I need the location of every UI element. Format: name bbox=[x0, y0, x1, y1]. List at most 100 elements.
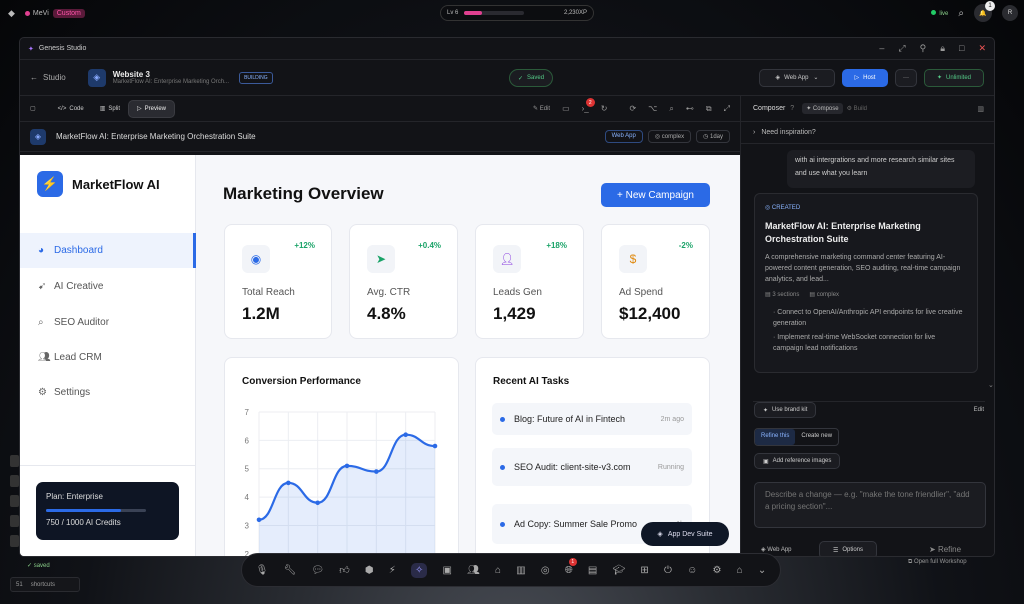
mic-icon[interactable]: 🎙︎ bbox=[256, 565, 269, 576]
sidebar-item-ai-creative[interactable]: ➹ AI Creative bbox=[20, 269, 196, 304]
more-button[interactable]: ··· bbox=[895, 68, 917, 87]
sidebar-toggle-icon[interactable]: ▢ bbox=[30, 105, 36, 112]
edit-link[interactable]: Edit bbox=[974, 407, 984, 413]
mode-badge[interactable]: Custom bbox=[52, 9, 85, 18]
host-button[interactable]: ▷ Host bbox=[842, 68, 888, 87]
tab-code[interactable]: </> Code bbox=[50, 100, 92, 118]
search-icon[interactable]: ⌕ bbox=[958, 8, 964, 19]
tab-preview[interactable]: ▷ Preview bbox=[128, 99, 176, 118]
compass-icon[interactable]: ◎ bbox=[541, 565, 550, 576]
tab-split[interactable]: ▥ Split bbox=[92, 100, 128, 118]
refine-button[interactable]: ➤ Refine bbox=[929, 545, 961, 554]
search-icon[interactable]: ⌕ bbox=[669, 104, 673, 114]
open-full-workshop-link[interactable]: ⧉ Open full Workshop bbox=[908, 559, 967, 566]
edge-dock-item[interactable] bbox=[10, 535, 19, 547]
plan-card: Plan: Enterprise 750 / 1000 AI Credits bbox=[36, 482, 179, 540]
mini-dock: 51 shortcuts bbox=[10, 577, 80, 592]
bolt-icon: ⚡ bbox=[37, 171, 63, 197]
bolt-icon[interactable]: ⚡︎ bbox=[389, 565, 396, 576]
task-item[interactable]: Blog: Future of AI in Fintech 2m ago bbox=[492, 403, 692, 435]
mask-icon[interactable]: ☺ bbox=[687, 565, 697, 576]
stat-card-ad-spend[interactable]: $ -2% Ad Spend $12,400 bbox=[601, 224, 710, 339]
external-link-icon[interactable]: ⧉ bbox=[706, 104, 712, 114]
code-icon[interactable]: ⌥ bbox=[648, 104, 657, 113]
magic-wand-icon[interactable]: ✧ bbox=[410, 562, 428, 578]
users-icon[interactable]: 👥︎ bbox=[467, 565, 480, 576]
edge-dock-item[interactable] bbox=[10, 475, 19, 487]
expand-icon[interactable]: ⤢ bbox=[898, 43, 905, 54]
help-icon[interactable]: ? bbox=[790, 105, 794, 112]
use-brand-kit-button[interactable]: ✦ Use brand kit bbox=[754, 402, 817, 418]
chat-icon[interactable]: 💬︎ bbox=[311, 565, 324, 576]
settings-icon[interactable]: ⚙ bbox=[712, 565, 721, 576]
error-badge: 2 bbox=[585, 98, 595, 107]
bell-icon[interactable]: 🔔 1 bbox=[974, 1, 995, 22]
panel-toggle-icon[interactable]: ▥ bbox=[977, 105, 984, 113]
notification-count: 1 bbox=[985, 1, 995, 11]
sync-icon[interactable]: ⟳ bbox=[629, 104, 636, 113]
app-type-select[interactable]: ◈ Web App ⌄ bbox=[759, 68, 835, 87]
globe-icon[interactable]: 🌐︎ 1 bbox=[565, 557, 577, 576]
store-icon[interactable]: ⌂ bbox=[495, 565, 501, 576]
comment-icon[interactable]: ▭ bbox=[562, 104, 570, 113]
tab-build[interactable]: ⚙ Build bbox=[847, 105, 867, 112]
tab-refine-this[interactable]: Refine this bbox=[755, 429, 796, 445]
package-icon[interactable]: ⬢ bbox=[365, 565, 374, 576]
tab-create-new[interactable]: Create new bbox=[795, 429, 838, 445]
bar-chart-icon[interactable]: ▥ bbox=[516, 565, 525, 576]
credits-bar bbox=[46, 509, 146, 512]
app-dev-suite-button[interactable]: ◈ App Dev Suite bbox=[641, 522, 729, 546]
sidebar-item-settings[interactable]: ⚙ Settings bbox=[20, 375, 196, 410]
saved-status: ✓ saved bbox=[27, 563, 50, 569]
edge-dock-item[interactable] bbox=[10, 515, 19, 527]
new-campaign-button[interactable]: + New Campaign bbox=[601, 183, 710, 207]
refresh-icon[interactable]: ↻ bbox=[601, 104, 608, 113]
stat-card-leads-gen[interactable]: 👤︎ +18% Leads Gen 1,429 bbox=[475, 224, 584, 339]
chevron-down-icon[interactable]: ⌄ bbox=[758, 565, 766, 576]
back-button[interactable]: ← Studio bbox=[30, 73, 66, 82]
close-icon[interactable]: ✕ bbox=[978, 43, 986, 54]
task-item[interactable]: SEO Audit: client-site-v3.com Running bbox=[492, 448, 692, 486]
link-icon[interactable]: ⊷ bbox=[686, 104, 694, 113]
lock-icon[interactable]: 🔒︎ bbox=[940, 43, 945, 54]
conversion-chart: 765432 bbox=[245, 408, 438, 556]
app-logo-icon[interactable]: ◆ bbox=[8, 8, 15, 19]
edge-dock-item[interactable] bbox=[10, 495, 19, 507]
inspiration-toggle[interactable]: Need inspiration? bbox=[761, 129, 815, 136]
chevron-down-icon[interactable]: ⌄ bbox=[988, 381, 994, 389]
eye-icon: ◉ bbox=[242, 245, 270, 273]
grid-icon[interactable]: ⊞ bbox=[640, 565, 648, 576]
edit-button[interactable]: ✎ Edit bbox=[533, 105, 550, 112]
wrench-icon[interactable]: 🔧︎ bbox=[283, 565, 296, 576]
avatar[interactable]: R bbox=[1002, 5, 1018, 21]
sidebar-item-dashboard[interactable]: ◕ Dashboard bbox=[20, 233, 196, 268]
tab-compose[interactable]: ✦ Compose bbox=[802, 103, 843, 114]
restore-icon[interactable]: □ bbox=[959, 43, 964, 54]
chevron-right-icon[interactable]: › bbox=[753, 129, 755, 136]
stat-card-avg-ctr[interactable]: ➤ +0.4% Avg. CTR 4.8% bbox=[349, 224, 458, 339]
web-app-selector[interactable]: ◈ Web App bbox=[761, 546, 792, 553]
stat-label: Total Reach bbox=[242, 287, 295, 298]
pin-icon[interactable]: ⚲ bbox=[920, 43, 927, 54]
cpu-icon[interactable]: ▣ bbox=[443, 565, 452, 576]
add-reference-images-button[interactable]: ▣ Add reference images bbox=[754, 453, 841, 469]
sidebar-item-seo-auditor[interactable]: ⌕ SEO Auditor bbox=[20, 305, 196, 340]
home-icon[interactable]: ⌂ bbox=[737, 565, 743, 576]
sidebar-item-lead-crm[interactable]: 👥︎ Lead CRM bbox=[20, 340, 196, 375]
plug-icon[interactable]: ⏻ bbox=[664, 565, 672, 576]
thumbs-up-icon[interactable]: 👍︎ bbox=[339, 564, 349, 576]
chevron-down-icon: ⌄ bbox=[813, 75, 819, 81]
options-button[interactable]: ☰ Options bbox=[819, 541, 877, 556]
book-icon[interactable]: ▤ bbox=[588, 565, 597, 576]
stat-card-total-reach[interactable]: ◉ +12% Total Reach 1.2M bbox=[224, 224, 332, 339]
sparkle-icon: ✦ bbox=[28, 45, 34, 53]
unlimited-button[interactable]: ✦ Unlimited bbox=[924, 68, 984, 87]
edge-dock-item[interactable] bbox=[10, 455, 19, 467]
fullscreen-icon[interactable]: ⤢ bbox=[724, 104, 730, 114]
terminal-icon[interactable]: ›_ 2 bbox=[582, 98, 595, 113]
minimize-icon[interactable]: – bbox=[879, 43, 884, 54]
change-input[interactable] bbox=[754, 482, 986, 528]
graduation-icon[interactable]: 🎓︎ bbox=[613, 565, 626, 576]
user-message: with ai intergrations and more research … bbox=[787, 150, 975, 188]
layers-icon: ◈ bbox=[775, 75, 781, 81]
